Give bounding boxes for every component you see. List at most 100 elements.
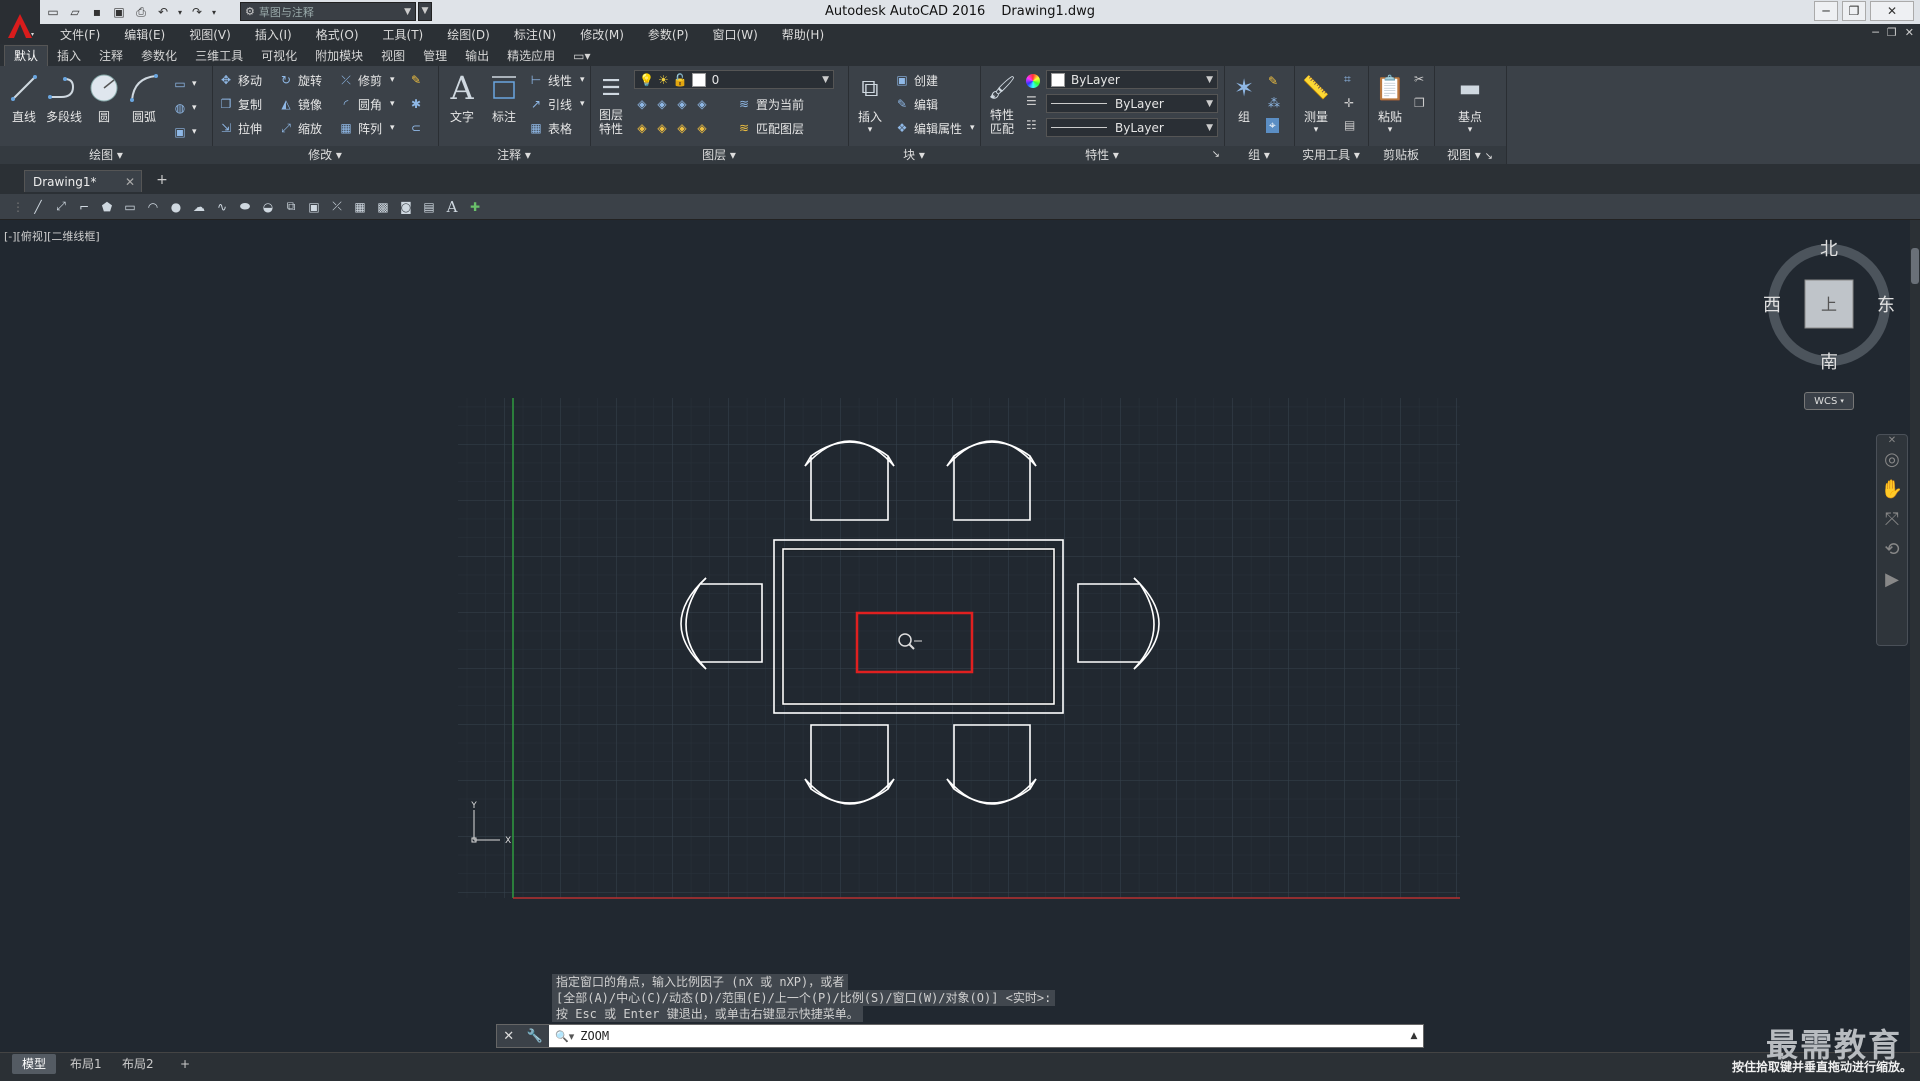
scale-button[interactable]: ⤢ 缩放 (278, 118, 322, 138)
offset-button[interactable]: ⊂ (408, 118, 424, 138)
group-select-icon[interactable]: ⌖ (1266, 118, 1279, 133)
add-selected-icon[interactable]: ✚ (466, 198, 484, 216)
quick-select-icon[interactable]: ⌗ (1344, 72, 1351, 87)
copy-clip-icon[interactable]: ❐ (1414, 96, 1425, 110)
compass-north[interactable]: 北 (1820, 239, 1838, 260)
layout-tab-model[interactable]: 模型 (12, 1054, 57, 1074)
polyline-button[interactable]: 多段线 (42, 70, 86, 125)
point-icon[interactable]: ⤫ (328, 198, 346, 216)
create-block-button[interactable]: ▣ 创建 (894, 70, 938, 90)
move-button[interactable]: ✥ 移动 (218, 70, 262, 90)
revision-cloud-icon[interactable]: ☁ (190, 198, 208, 216)
save-as-icon[interactable]: ▣ (110, 3, 128, 21)
menu-parametric[interactable]: 参数(P) (636, 26, 701, 43)
cut-icon[interactable]: ✂ (1414, 72, 1424, 86)
showmotion-icon[interactable]: ▶ (1877, 569, 1907, 599)
line-icon[interactable]: ╱ (29, 198, 47, 216)
doc-close-icon[interactable]: ✕ (1905, 26, 1914, 39)
circle-button[interactable]: 圆 (82, 70, 126, 125)
redo-icon[interactable]: ↷ (188, 3, 206, 21)
table-button[interactable]: ▦ 表格 (528, 118, 572, 138)
doc-restore-icon[interactable]: ❐ (1887, 26, 1897, 39)
layout-tab-2[interactable]: 布局2 (112, 1054, 164, 1074)
tab-featured-apps[interactable]: 精选应用 (498, 46, 564, 66)
array-button[interactable]: ▦ 阵列 ▾ (338, 118, 394, 138)
new-tab-button[interactable]: + (152, 172, 172, 190)
tab-manage[interactable]: 管理 (414, 46, 456, 66)
doc-tab-drawing1[interactable]: Drawing1* ✕ (24, 170, 142, 192)
region-icon[interactable]: ◙ (397, 198, 415, 216)
fillet-button[interactable]: ◜ 圆角 ▾ (338, 94, 395, 114)
boundary-button[interactable]: ▣ ▾ (172, 122, 196, 142)
undo-dropdown-icon[interactable]: ▾ (176, 3, 184, 21)
panel-draw-label[interactable]: 绘图 ▾ (0, 146, 212, 164)
menu-view[interactable]: 视图(V) (177, 26, 243, 43)
layer-tool-1[interactable]: ◈ ◈ ◈ ◈ (634, 94, 710, 114)
orbit-icon[interactable]: ⟲ (1877, 539, 1907, 569)
panel-groups-label[interactable]: 组 ▾ (1224, 146, 1294, 164)
add-layout-button[interactable]: + (170, 1054, 200, 1074)
arc-icon[interactable]: ◠ (144, 198, 162, 216)
menu-window[interactable]: 窗口(W) (701, 26, 770, 43)
vertical-scrollbar[interactable] (1910, 220, 1920, 1052)
wrench-icon[interactable]: 🔧 (527, 1029, 543, 1044)
menu-modify[interactable]: 修改(M) (568, 26, 636, 43)
table-icon[interactable]: ▤ (420, 198, 438, 216)
edit-attributes-button[interactable]: ❖ 编辑属性 ▾ (894, 118, 975, 138)
rotate-button[interactable]: ↻ 旋转 (278, 70, 322, 90)
layer-tool-2[interactable]: ◈ ◈ ◈ ◈ (634, 118, 710, 138)
match-layer-button[interactable]: ≋ 匹配图层 (736, 118, 804, 138)
tab-view[interactable]: 视图 (372, 46, 414, 66)
zoom-extents-icon[interactable]: ⤧ (1877, 509, 1907, 539)
copy-button[interactable]: ❐ 复制 (218, 94, 262, 114)
workspace-extra-dropdown[interactable]: ▼ (418, 2, 432, 21)
menu-help[interactable]: 帮助(H) (770, 26, 836, 43)
doc-minimize-icon[interactable]: ─ (1872, 26, 1879, 39)
gradient-icon[interactable]: ▩ (374, 198, 392, 216)
edit-block-button[interactable]: ✎ 编辑 (894, 94, 938, 114)
steering-wheel-icon[interactable]: ◎ (1877, 449, 1907, 479)
trim-button[interactable]: ⤫ 修剪 ▾ (338, 70, 394, 90)
rectangle-button[interactable]: ▭ ▾ (172, 74, 196, 94)
new-file-icon[interactable]: ▭ (44, 3, 62, 21)
menu-insert[interactable]: 插入(I) (243, 26, 304, 43)
panel-modify-label[interactable]: 修改 ▾ (212, 146, 438, 164)
linear-dim-button[interactable]: ⊢ 线性 ▾ (528, 70, 585, 90)
restore-button[interactable]: ❐ (1842, 1, 1866, 21)
ungroup-icon[interactable]: ⁂ (1268, 96, 1280, 110)
insert-block-icon[interactable]: ⧉ (282, 198, 300, 216)
circle-icon[interactable]: ● (167, 198, 185, 216)
panel-block-label[interactable]: 块 ▾ (848, 146, 980, 164)
linetype-dropdown[interactable]: ByLayer ▼ (1046, 94, 1218, 113)
tab-parametric[interactable]: 参数化 (132, 46, 186, 66)
leader-button[interactable]: ↗ 引线 ▾ (528, 94, 585, 114)
viewcube-face-top[interactable]: 上 (1821, 295, 1837, 314)
tab-visualize[interactable]: 可视化 (252, 46, 306, 66)
group-edit-icon[interactable]: ✎ (1268, 74, 1278, 88)
make-block-icon[interactable]: ▣ (305, 198, 323, 216)
construction-line-icon[interactable]: ⤢ (52, 198, 70, 216)
hatch-icon[interactable]: ▦ (351, 198, 369, 216)
panel-layers-label[interactable]: 图层 ▾ (590, 146, 848, 164)
undo-icon[interactable]: ↶ (154, 3, 172, 21)
compass-east[interactable]: 东 (1877, 295, 1895, 316)
group-button[interactable]: ✶ 组 (1226, 70, 1262, 125)
menu-file[interactable]: 文件(F) (48, 26, 112, 43)
erase-button[interactable]: ✎ (408, 70, 424, 90)
minimize-button[interactable]: ─ (1814, 1, 1838, 21)
base-view-button[interactable]: ▬ 基点 ▾ (1448, 70, 1492, 135)
layer-properties-button[interactable]: ☰ 图层 特性 (592, 70, 630, 137)
open-folder-icon[interactable]: ▱ (66, 3, 84, 21)
tab-3d-tools[interactable]: 三维工具 (186, 46, 252, 66)
stretch-button[interactable]: ⇲ 拉伸 (218, 118, 262, 138)
ribbon-minimize-icon[interactable]: ▭▾ (564, 46, 599, 66)
color-dropdown[interactable]: ByLayer ▼ (1046, 70, 1218, 89)
match-properties-button[interactable]: 🖌 特性 匹配 (982, 70, 1022, 137)
line-button[interactable]: 直线 (2, 70, 46, 125)
navbar-close-icon[interactable]: ✕ (1877, 435, 1907, 449)
menu-edit[interactable]: 编辑(E) (112, 26, 177, 43)
command-input[interactable] (574, 1025, 1405, 1047)
save-icon[interactable]: ▪ (88, 3, 106, 21)
wcs-menu[interactable]: WCS ▾ (1804, 392, 1854, 410)
ellipse-arc-icon[interactable]: ◒ (259, 198, 277, 216)
